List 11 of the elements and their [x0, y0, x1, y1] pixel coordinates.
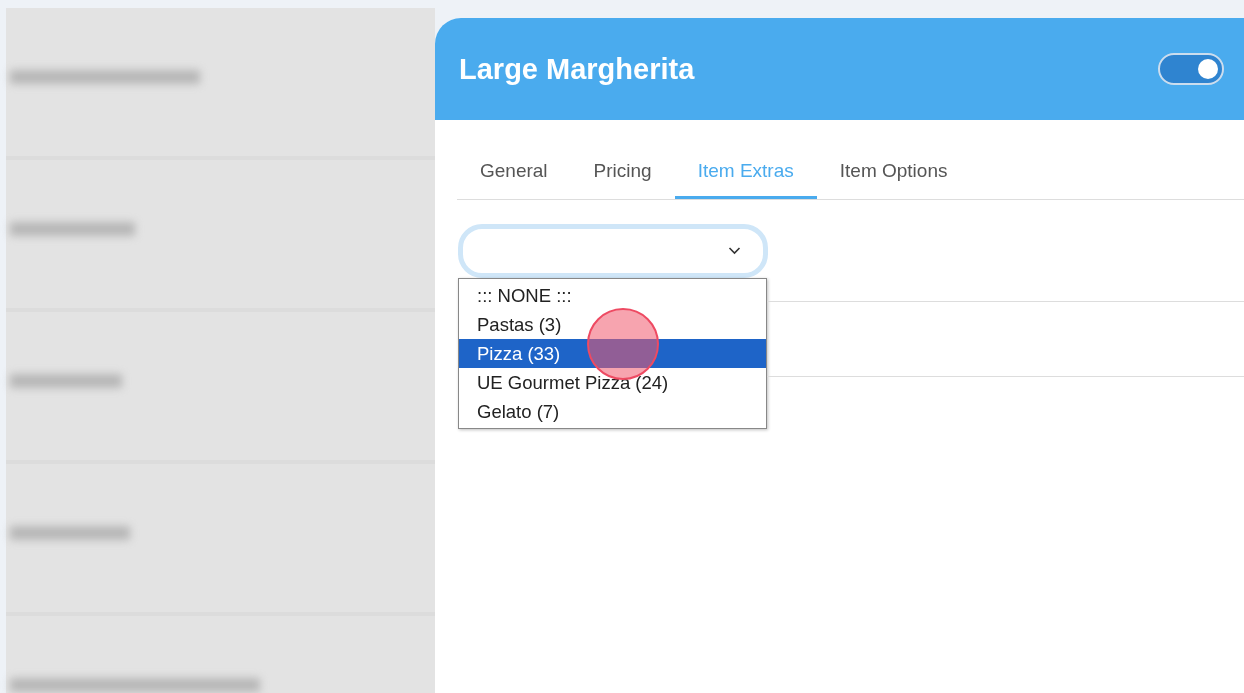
tab[interactable]: Item Options [816, 150, 971, 199]
caret-icon [728, 247, 741, 255]
dropdown-option[interactable]: Gelato (7) [459, 397, 766, 426]
dropdown-option[interactable]: Pizza (33) [459, 339, 766, 368]
dropdown-option[interactable]: UE Gourmet Pizza (24) [459, 368, 766, 397]
toggle-switch[interactable] [1158, 53, 1224, 85]
dropdown-option[interactable]: ::: NONE ::: [459, 281, 766, 310]
tab[interactable]: Pricing [570, 150, 675, 199]
dropdown-option[interactable]: Pastas (3) [459, 310, 766, 339]
tab[interactable]: General [457, 150, 571, 199]
panel-title: Large Margherita [459, 52, 695, 86]
